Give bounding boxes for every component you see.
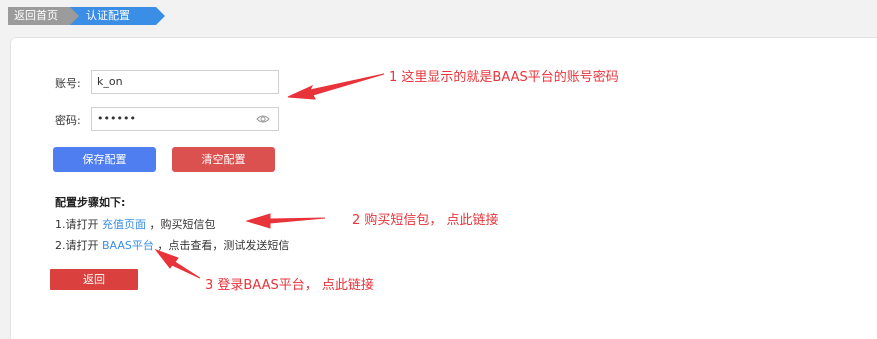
annotation-1: 1 这里显示的就是BAAS平台的账号密码 — [389, 70, 619, 85]
step-1-suffix: ，购买短信包 — [149, 218, 216, 231]
account-label: 账号: — [55, 77, 81, 90]
clear-button[interactable]: 清空配置 — [172, 147, 275, 172]
save-button[interactable]: 保存配置 — [53, 147, 156, 172]
steps-title: 配置步骤如下: — [55, 196, 126, 209]
step-1-prefix: 1.请打开 — [55, 218, 99, 231]
annotation-2: 2 购买短信包， 点此链接 — [352, 213, 499, 228]
breadcrumb-current: 认证配置 — [70, 7, 165, 25]
password-label: 密码: — [55, 114, 81, 127]
eye-icon[interactable] — [256, 113, 270, 125]
breadcrumb-home[interactable]: 返回首页 — [8, 7, 79, 25]
recharge-page-link[interactable]: 充值页面 — [102, 218, 146, 231]
back-button[interactable]: 返回 — [50, 269, 138, 290]
annotation-3: 3 登录BAAS平台， 点此链接 — [205, 278, 374, 293]
step-1: 1.请打开 充值页面 ，购买短信包 — [55, 216, 216, 232]
breadcrumb: 返回首页 认证配置 — [8, 7, 165, 25]
step-2-prefix: 2.请打开 — [55, 239, 99, 252]
password-value: •••••• — [97, 112, 136, 125]
step-2-suffix: ，点击查看，测试发送短信 — [157, 239, 290, 252]
baas-platform-link[interactable]: BAAS平台 — [102, 239, 154, 252]
password-input[interactable]: •••••• — [91, 107, 279, 131]
step-2: 2.请打开 BAAS平台 ，点击查看，测试发送短信 — [55, 237, 289, 253]
account-input[interactable]: k_on — [91, 70, 279, 94]
